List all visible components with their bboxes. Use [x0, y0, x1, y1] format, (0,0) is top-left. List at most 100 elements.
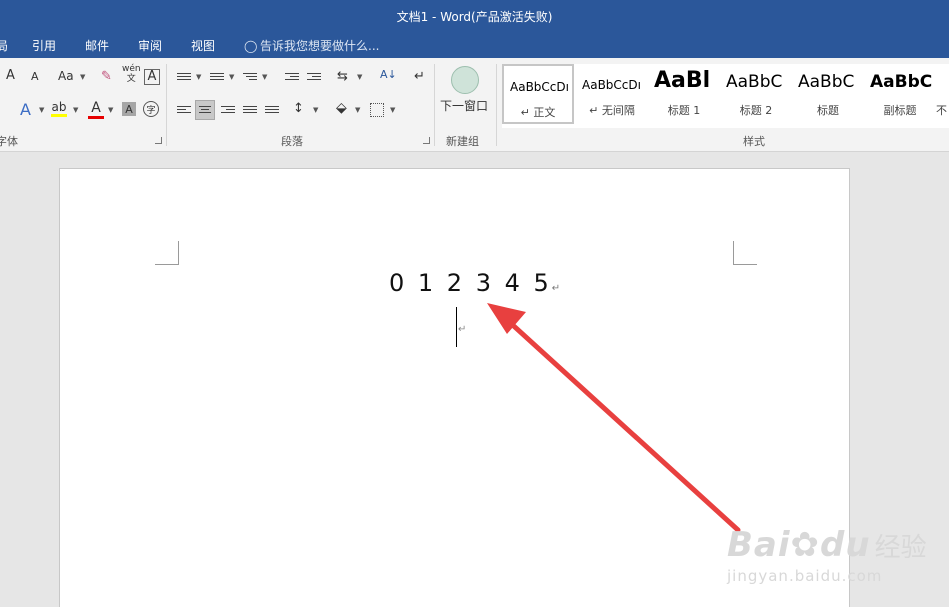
- line-spacing-icon[interactable]: ↕: [293, 101, 304, 116]
- group-label-styles: 样式: [743, 135, 765, 148]
- lightbulb-icon: ◯: [244, 39, 258, 53]
- highlight-label: ab: [51, 100, 67, 114]
- font-color-label: A: [91, 100, 101, 116]
- increase-indent-icon[interactable]: [307, 71, 321, 83]
- tab-review[interactable]: 审阅: [138, 37, 162, 54]
- phonetic-top: wén: [122, 64, 141, 74]
- style-heading-2[interactable]: AaBbC 标题 2: [720, 64, 792, 124]
- style-name: ↵ 无间隔: [589, 104, 635, 117]
- tab-view[interactable]: 视图: [191, 37, 215, 54]
- phonetic-guide-button[interactable]: wén 文: [122, 64, 141, 84]
- document-text: 0 1 2 3 4 5: [389, 269, 552, 297]
- style-name: 不: [936, 104, 947, 117]
- style-heading-1[interactable]: AaBl 标题 1: [648, 64, 720, 124]
- chevron-down-icon: ▼: [357, 73, 363, 81]
- margin-corner-mark: [733, 241, 757, 265]
- change-case-button[interactable]: Aa: [58, 69, 74, 83]
- enclose-char-button[interactable]: 字: [143, 101, 159, 117]
- paw-icon: ✿: [790, 525, 821, 565]
- font-color-button[interactable]: A: [88, 100, 104, 119]
- multilevel-list-icon[interactable]: [243, 71, 257, 83]
- paragraph-mark: ↵: [458, 324, 467, 335]
- group-separator: [434, 64, 435, 146]
- style-title[interactable]: AaBbC 标题: [792, 64, 864, 124]
- style-subtitle[interactable]: AaBbC 副标题: [864, 64, 936, 124]
- baidu-watermark: Bai✿du 经验 jingyan.baidu.com: [727, 525, 927, 585]
- watermark-brand-du: du: [820, 525, 871, 565]
- new-window-label[interactable]: 下一窗口: [440, 97, 488, 114]
- style-no-spacing[interactable]: AaBbCcDı ↵ 无间隔: [576, 64, 648, 124]
- show-marks-button[interactable]: ↵: [414, 69, 425, 84]
- chevron-down-icon: ▼: [39, 106, 45, 114]
- watermark-brand: Bai: [727, 525, 791, 565]
- justify-icon[interactable]: [243, 104, 257, 116]
- watermark-url: jingyan.baidu.com: [727, 567, 883, 585]
- style-name: 标题 1: [667, 104, 701, 117]
- window-title: 文档1 - Word(产品激活失败): [396, 10, 553, 24]
- tell-me-text: 告诉我您想要做什么...: [260, 39, 380, 53]
- tab-references[interactable]: 引用: [32, 37, 56, 54]
- align-center-button[interactable]: [195, 100, 215, 120]
- shading-icon[interactable]: ⬙: [336, 100, 347, 116]
- group-label-font: 字体: [0, 135, 18, 148]
- style-normal[interactable]: AaBbCcDı ↵ 正文: [502, 64, 574, 124]
- style-sample: AaBl: [654, 68, 711, 93]
- title-bar: 文档1 - Word(产品激活失败): [0, 0, 949, 32]
- styles-gallery: AaBbCcDı ↵ 正文 AaBbCcDı ↵ 无间隔 AaBl 标题 1 A…: [502, 64, 949, 128]
- text-effects-button[interactable]: A: [20, 100, 31, 119]
- style-name: 标题: [817, 104, 839, 117]
- chevron-down-icon: ▼: [262, 73, 268, 81]
- align-left-icon[interactable]: [177, 104, 191, 116]
- char-border-button[interactable]: A: [144, 69, 160, 85]
- ribbon-tab-bar: 局 引用 邮件 审阅 视图 ◯ 告诉我您想要做什么...: [0, 32, 949, 58]
- decrease-indent-icon[interactable]: [285, 71, 299, 83]
- tab-mailings[interactable]: 邮件: [85, 37, 109, 54]
- style-partial[interactable]: 不: [936, 64, 949, 124]
- char-shading-button[interactable]: A: [122, 102, 136, 116]
- text-cursor: [456, 307, 457, 347]
- style-sample: AaBbC: [726, 72, 783, 92]
- style-name: ↵ 正文: [520, 106, 556, 119]
- align-center-icon: [199, 104, 211, 116]
- shrink-font-button[interactable]: A: [31, 70, 39, 83]
- chevron-down-icon: ▼: [196, 73, 202, 81]
- style-sample: AaBbC: [870, 72, 933, 92]
- tell-me-box[interactable]: ◯ 告诉我您想要做什么...: [244, 37, 379, 54]
- paragraph-mark: ↵: [551, 283, 561, 294]
- style-name: 标题 2: [739, 104, 773, 117]
- style-sample: AaBbC: [798, 72, 855, 92]
- chevron-down-icon: ▼: [108, 106, 114, 114]
- chevron-down-icon: ▼: [73, 106, 79, 114]
- chevron-down-icon: ▼: [313, 106, 319, 114]
- ribbon: A A Aa ▼ ✎ wén 文 A A ▼ ab ▼ A ▼ A 字 字体 ▼…: [0, 58, 949, 152]
- chevron-down-icon: ▼: [355, 106, 361, 114]
- align-right-icon[interactable]: [221, 104, 235, 116]
- group-label-paragraph: 段落: [281, 135, 303, 148]
- group-separator: [496, 64, 497, 146]
- font-dialog-launcher[interactable]: [155, 137, 162, 144]
- tab-layout[interactable]: 局: [0, 37, 8, 54]
- font-color-bar: [88, 116, 104, 119]
- style-sample: AaBbCcDı: [510, 80, 569, 94]
- margin-corner-mark: [155, 241, 179, 265]
- distributed-icon[interactable]: [265, 104, 279, 116]
- numbering-icon[interactable]: [210, 71, 224, 83]
- clear-formatting-icon[interactable]: ✎: [101, 69, 112, 84]
- watermark-brand-cn: 经验: [874, 533, 927, 563]
- sort-button[interactable]: A↓: [380, 68, 397, 81]
- highlight-color-bar: [51, 114, 67, 117]
- phonetic-bottom: 文: [126, 74, 136, 84]
- new-window-icon[interactable]: [451, 66, 479, 94]
- borders-icon[interactable]: [370, 103, 384, 117]
- chevron-down-icon: ▼: [229, 73, 235, 81]
- style-name: 副标题: [883, 104, 917, 117]
- group-label-new-group: 新建组: [446, 135, 479, 148]
- chevron-down-icon: ▼: [80, 73, 86, 81]
- bullets-icon[interactable]: [177, 71, 191, 83]
- style-sample: AaBbCcDı: [582, 78, 641, 92]
- chinese-layout-icon[interactable]: ⇆: [337, 69, 348, 84]
- paragraph-dialog-launcher[interactable]: [423, 137, 430, 144]
- document-line-1[interactable]: 0 1 2 3 4 5↵: [389, 269, 560, 297]
- grow-font-button[interactable]: A: [6, 68, 15, 83]
- highlight-button[interactable]: ab: [51, 100, 67, 117]
